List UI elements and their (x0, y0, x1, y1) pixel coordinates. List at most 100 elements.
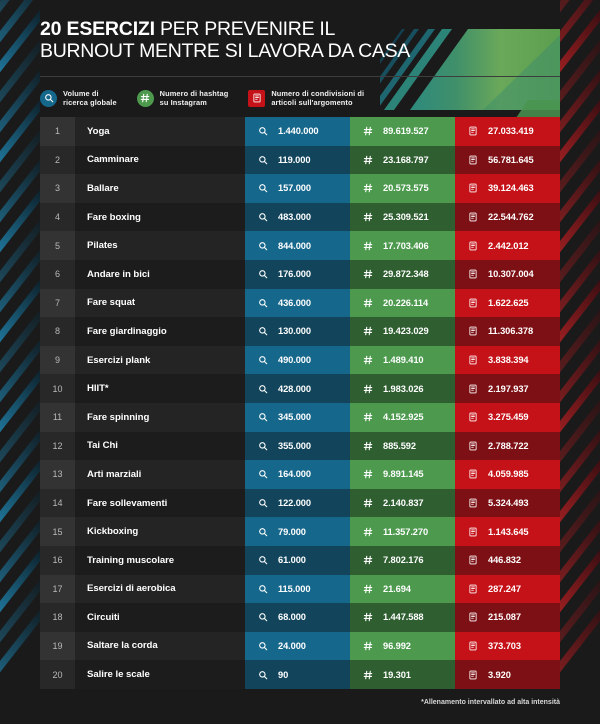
stat-value: 25.309.521 (383, 212, 429, 223)
hashtag-icon (362, 412, 374, 422)
rank-cell: 15 (40, 517, 75, 546)
instagram-hashtags-cell: 20.573.575 (350, 174, 455, 203)
legend-item-article: Numero di condivisioni di articoli sull'… (248, 89, 364, 107)
stat-value: 3.920 (488, 669, 511, 680)
stat-value: 355.000 (278, 440, 311, 451)
search-icon (40, 89, 57, 107)
instagram-hashtags-cell: 96.992 (350, 631, 455, 661)
search-icon (257, 498, 269, 508)
search-volume-cell: 130.000 (245, 317, 350, 346)
search-volume-cell: 164.000 (245, 460, 350, 489)
search-volume-cell: 68.000 (245, 603, 350, 632)
article-icon (467, 269, 479, 279)
search-volume-cell: 157.000 (245, 174, 350, 203)
article-icon (467, 183, 479, 193)
article-icon (467, 584, 479, 594)
exercise-name-cell: Fare sollevamenti (75, 488, 245, 518)
stat-value: 4.059.985 (488, 469, 529, 480)
legend-label: Numero di condivisioni di articoli sull'… (271, 89, 365, 107)
stat-value: 119.000 (278, 154, 311, 165)
article-shares-cell: 27.033.419 (455, 117, 560, 146)
article-shares-cell: 56.781.645 (455, 145, 560, 175)
article-shares-cell: 5.324.493 (455, 488, 560, 518)
exercise-name-cell: Camminare (75, 145, 245, 175)
rank-cell: 20 (40, 660, 75, 689)
search-volume-cell: 844.000 (245, 231, 350, 260)
hashtag-icon (362, 155, 374, 165)
stat-value: 176.000 (278, 269, 311, 280)
stat-value: 3.838.394 (488, 355, 529, 366)
stat-value: 4.152.925 (383, 412, 424, 423)
instagram-hashtags-cell: 885.592 (350, 431, 455, 461)
search-volume-cell: 90 (245, 660, 350, 689)
article-shares-cell: 3.838.394 (455, 345, 560, 375)
rank-cell: 7 (40, 288, 75, 318)
exercise-name-cell: HIIT* (75, 374, 245, 403)
instagram-hashtags-cell: 4.152.925 (350, 402, 455, 432)
search-icon (257, 641, 269, 651)
rank-cell: 1 (40, 117, 75, 146)
rank-cell: 6 (40, 259, 75, 289)
stat-value: 2.197.937 (488, 383, 529, 394)
stat-value: 157.000 (278, 183, 311, 194)
page-title-bold: 20 ESERCIZI (40, 18, 155, 40)
instagram-hashtags-cell: 23.168.797 (350, 145, 455, 175)
instagram-hashtags-cell: 17.703.406 (350, 231, 455, 260)
search-icon (257, 183, 269, 193)
header-divider (40, 76, 560, 77)
table-row: 11 Fare spinning 345.000 4.152.925 3.275.459 (40, 402, 560, 432)
table-row: 5 Pilates 844.000 17.703.406 2.442.012 (40, 231, 560, 260)
instagram-hashtags-cell: 1.983.026 (350, 374, 455, 403)
table-row: 16 Training muscolare 61.000 7.802.176 446.8… (40, 545, 560, 575)
article-icon (467, 469, 479, 479)
hashtag-icon (362, 183, 374, 193)
search-icon (257, 384, 269, 394)
table-row: 15 Kickboxing 79.000 11.357.270 1.143.645 (40, 517, 560, 546)
stat-value: 21.694 (383, 583, 411, 594)
article-shares-cell: 373.703 (455, 631, 560, 661)
stat-value: 79.000 (278, 526, 306, 537)
article-icon (467, 555, 479, 565)
header: 20 ESERCIZI PER PREVENIRE IL BURNOUT MEN… (40, 0, 560, 77)
stat-value: 20.573.575 (383, 183, 429, 194)
exercise-name-cell: Fare spinning (75, 402, 245, 432)
stat-value: 373.703 (488, 640, 521, 651)
search-icon (257, 326, 269, 336)
exercise-table: 1 Yoga 1.440.000 89.619.527 27.033.419 2 Cammi… (40, 117, 560, 689)
stat-value: 1.440.000 (278, 126, 319, 137)
table-row: 9 Esercizi plank 490.000 1.489.410 3.838.394 (40, 345, 560, 375)
stat-value: 68.000 (278, 612, 306, 623)
article-shares-cell: 4.059.985 (455, 460, 560, 489)
footnote: *Allenamento intervallato ad alta intens… (421, 698, 560, 706)
rank-cell: 13 (40, 460, 75, 489)
stat-value: 483.000 (278, 212, 311, 223)
article-icon (467, 384, 479, 394)
exercise-name-cell: Circuiti (75, 603, 245, 632)
article-shares-cell: 215.087 (455, 603, 560, 632)
table-row: 18 Circuiti 68.000 1.447.588 215.087 (40, 603, 560, 632)
stat-value: 1.983.026 (383, 383, 424, 394)
article-shares-cell: 446.832 (455, 545, 560, 575)
exercise-name-cell: Kickboxing (75, 517, 245, 546)
stat-value: 10.307.004 (488, 269, 534, 280)
stat-value: 27.033.419 (488, 126, 534, 137)
legend-item-search: Volume di ricerca globale (40, 89, 117, 107)
hashtag-icon (362, 670, 374, 680)
stat-value: 5.324.493 (488, 498, 529, 509)
rank-cell: 12 (40, 431, 75, 461)
hashtag-icon (362, 441, 374, 451)
hashtag-icon (362, 241, 374, 251)
stat-value: 7.802.176 (383, 555, 424, 566)
stat-value: 115.000 (278, 583, 311, 594)
stat-value: 1.143.645 (488, 526, 529, 537)
table-row: 19 Saltare la corda 24.000 96.992 373.703 (40, 631, 560, 661)
instagram-hashtags-cell: 2.140.837 (350, 488, 455, 518)
stat-value: 90 (278, 669, 289, 680)
article-icon (467, 612, 479, 622)
stat-value: 11.357.270 (383, 526, 429, 537)
search-volume-cell: 115.000 (245, 574, 350, 604)
hashtag-icon (362, 584, 374, 594)
instagram-hashtags-cell: 89.619.527 (350, 117, 455, 146)
search-volume-cell: 490.000 (245, 345, 350, 375)
exercise-name-cell: Salire le scale (75, 660, 245, 689)
